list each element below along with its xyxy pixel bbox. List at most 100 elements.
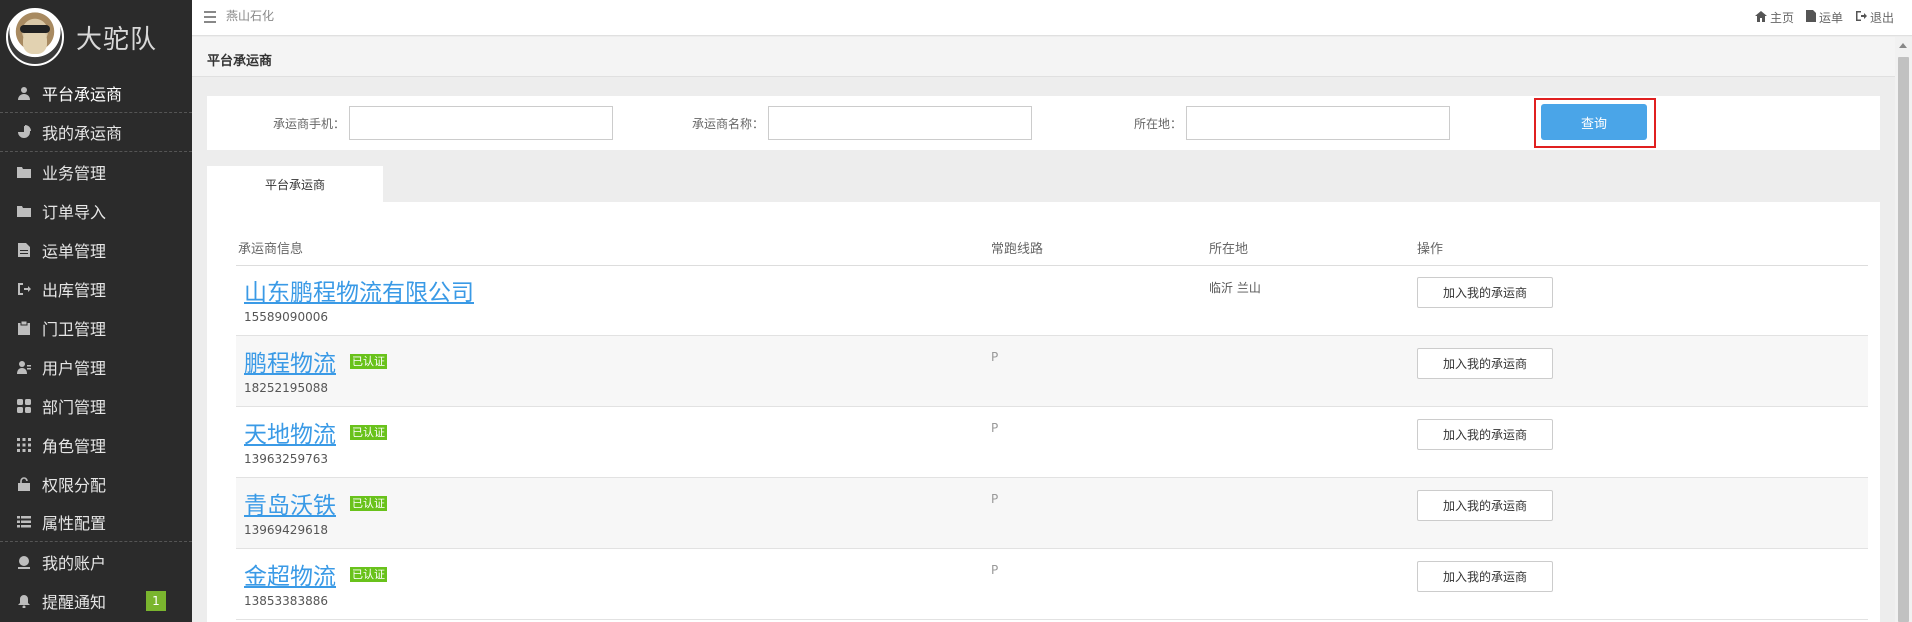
table-row: 鹏程物流 已认证 18252195088 P 加入我的承运商 bbox=[236, 336, 1868, 407]
user-icon bbox=[16, 85, 32, 101]
carrier-name-link[interactable]: 天地物流 bbox=[244, 415, 336, 449]
table-row: 青岛沃铁 已认证 13969429618 P 加入我的承运商 bbox=[236, 478, 1868, 549]
logout-icon bbox=[1855, 10, 1867, 25]
home-link-label: 主页 bbox=[1769, 11, 1794, 25]
header-info: 承运商信息 bbox=[238, 242, 304, 257]
header-route: 常跑线路 bbox=[991, 242, 1044, 257]
user-list-icon bbox=[16, 359, 32, 375]
company-name: 燕山石化 bbox=[226, 9, 275, 23]
top-links: 主页 运单 退出 bbox=[1754, 9, 1894, 26]
sidebar-item-label: 用户管理 bbox=[42, 358, 107, 378]
sidebar-item-users[interactable]: 用户管理 bbox=[0, 347, 192, 386]
carrier-name-link[interactable]: 青岛沃铁 bbox=[244, 486, 336, 520]
location-label: 所在地： bbox=[1134, 116, 1183, 131]
verified-badge: 已认证 bbox=[350, 496, 387, 511]
bell-icon bbox=[16, 593, 32, 609]
phone-input[interactable] bbox=[349, 106, 614, 140]
sidebar-item-label: 我的账户 bbox=[42, 553, 107, 573]
sidebar-item-label: 门卫管理 bbox=[42, 319, 107, 339]
sidebar-item-account[interactable]: 我的账户 bbox=[0, 542, 192, 581]
lock-icon bbox=[16, 476, 32, 492]
sidebar-menu: 平台承运商 我的承运商 业务管理 订单导入 运单管理 出库管理 门卫管理 用户管… bbox=[0, 74, 192, 620]
carrier-route: P bbox=[991, 350, 999, 364]
table-row: 天地物流 已认证 13963259763 P 加入我的承运商 bbox=[236, 407, 1868, 478]
name-input[interactable] bbox=[768, 106, 1033, 140]
carrier-phone: 13853383886 bbox=[244, 594, 328, 608]
sign-out-icon bbox=[16, 281, 32, 297]
logout-link-label: 退出 bbox=[1869, 11, 1894, 25]
scroll-up-icon[interactable] bbox=[1899, 43, 1907, 48]
sidebar-item-permissions[interactable]: 权限分配 bbox=[0, 464, 192, 503]
add-carrier-button[interactable]: 加入我的承运商 bbox=[1417, 277, 1553, 308]
vertical-scrollbar[interactable] bbox=[1895, 37, 1912, 622]
add-carrier-button[interactable]: 加入我的承运商 bbox=[1417, 419, 1553, 450]
page-title: 平台承运商 bbox=[207, 54, 273, 69]
sidebar-item-attributes[interactable]: 属性配置 bbox=[0, 503, 192, 542]
sidebar-item-business[interactable]: 业务管理 bbox=[0, 152, 192, 191]
logout-link[interactable]: 退出 bbox=[1855, 9, 1894, 26]
sidebar-item-notifications[interactable]: 提醒通知 1 bbox=[0, 581, 192, 620]
dots-grid-icon bbox=[16, 437, 32, 453]
sidebar-item-label: 我的承运商 bbox=[42, 124, 123, 143]
sidebar-item-label: 提醒通知 bbox=[42, 592, 107, 612]
document-icon bbox=[16, 242, 32, 258]
header-action: 操作 bbox=[1417, 242, 1444, 257]
sidebar-item-order-import[interactable]: 订单导入 bbox=[0, 191, 192, 230]
sidebar-item-roles[interactable]: 角色管理 bbox=[0, 425, 192, 464]
home-link[interactable]: 主页 bbox=[1754, 9, 1794, 26]
carrier-route: P bbox=[991, 563, 999, 577]
tab-platform-carriers[interactable]: 平台承运商 bbox=[207, 166, 383, 202]
sidebar-item-label: 部门管理 bbox=[42, 397, 107, 417]
menu-toggle-icon[interactable] bbox=[204, 11, 216, 23]
grid-icon bbox=[16, 398, 32, 414]
avatar bbox=[6, 8, 64, 66]
table-header: 承运商信息 常跑线路 所在地 操作 bbox=[236, 224, 1868, 266]
sidebar-item-departments[interactable]: 部门管理 bbox=[0, 386, 192, 425]
verified-badge: 已认证 bbox=[350, 354, 387, 369]
scrollbar-thumb[interactable] bbox=[1898, 57, 1909, 622]
add-carrier-button[interactable]: 加入我的承运商 bbox=[1417, 561, 1553, 592]
query-button[interactable]: 查询 bbox=[1541, 104, 1647, 140]
verified-badge: 已认证 bbox=[350, 567, 387, 582]
page-header: 平台承运商 bbox=[192, 37, 1895, 77]
sidebar-item-label: 运单管理 bbox=[42, 241, 107, 261]
sidebar-item-label: 属性配置 bbox=[42, 514, 107, 533]
verified-badge: 已认证 bbox=[350, 425, 387, 440]
sidebar-item-my-carriers[interactable]: 我的承运商 bbox=[0, 113, 192, 152]
home-icon bbox=[1754, 10, 1767, 25]
carrier-name-link[interactable]: 山东鹏程物流有限公司 bbox=[244, 273, 474, 307]
sidebar-item-guard[interactable]: 门卫管理 bbox=[0, 308, 192, 347]
folder-icon bbox=[16, 203, 32, 219]
location-filter: 所在地： bbox=[1134, 106, 1451, 140]
waybill-link[interactable]: 运单 bbox=[1805, 9, 1843, 26]
clipboard-icon bbox=[16, 320, 32, 336]
pie-chart-icon bbox=[16, 124, 32, 140]
carrier-name-link[interactable]: 鹏程物流 bbox=[244, 344, 336, 378]
notification-badge: 1 bbox=[146, 591, 166, 611]
add-carrier-button[interactable]: 加入我的承运商 bbox=[1417, 490, 1553, 521]
sidebar-item-waybill[interactable]: 运单管理 bbox=[0, 230, 192, 269]
phone-filter: 承运商手机： bbox=[273, 106, 614, 140]
file-icon bbox=[1805, 10, 1816, 25]
sidebar-item-label: 订单导入 bbox=[42, 202, 107, 222]
brand-name: 大驼队 bbox=[76, 24, 158, 55]
top-bar: 燕山石化 主页 运单 退出 bbox=[192, 0, 1912, 36]
header-location: 所在地 bbox=[1209, 242, 1249, 257]
list-icon bbox=[16, 514, 32, 530]
tab-bar: 平台承运商 bbox=[207, 166, 383, 202]
sidebar-item-label: 平台承运商 bbox=[42, 85, 123, 104]
carrier-location: 临沂 兰山 bbox=[1209, 281, 1261, 295]
location-input[interactable] bbox=[1186, 106, 1451, 140]
name-filter: 承运商名称： bbox=[692, 106, 1033, 140]
sidebar-item-platform-carriers[interactable]: 平台承运商 bbox=[0, 74, 192, 113]
sidebar-item-outbound[interactable]: 出库管理 bbox=[0, 269, 192, 308]
sidebar-item-label: 角色管理 bbox=[42, 436, 107, 456]
sidebar-item-label: 权限分配 bbox=[42, 475, 107, 495]
waybill-link-label: 运单 bbox=[1818, 11, 1843, 25]
add-carrier-button[interactable]: 加入我的承运商 bbox=[1417, 348, 1553, 379]
carrier-name-link[interactable]: 金超物流 bbox=[244, 557, 336, 591]
name-label: 承运商名称： bbox=[692, 116, 765, 131]
carrier-route: P bbox=[991, 492, 999, 506]
sidebar: 大驼队 平台承运商 我的承运商 业务管理 订单导入 运单管理 出库管理 门卫管理… bbox=[0, 0, 192, 622]
carrier-route: P bbox=[991, 421, 999, 435]
